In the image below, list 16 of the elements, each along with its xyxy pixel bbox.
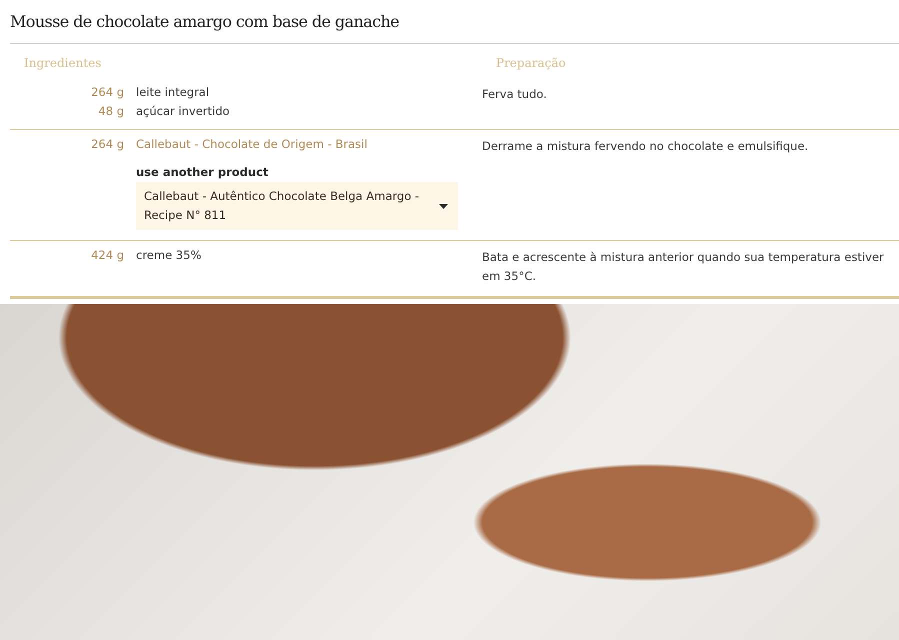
recipe-title: Mousse de chocolate amargo com base de ganache: [10, 0, 899, 44]
ingredient-name: leite integral: [136, 84, 210, 100]
column-heading: Preparação: [495, 56, 567, 70]
column-heading: Ingredientes: [23, 56, 102, 70]
product-select[interactable]: Callebaut - Autêntico Chocolate Belga Amargo - Recipe N° 811: [136, 182, 458, 230]
ingredient-name: açúcar invertido: [136, 103, 231, 119]
caret-icon: [439, 204, 448, 208]
preparation-step: Bata e acrescente à mistura anterior quando sua temperatura estiver em 35°C.: [482, 241, 899, 296]
ingredient-quantity: 48 g: [97, 103, 124, 119]
preparation-step: Ferva tudo.: [482, 78, 899, 129]
preparation-step: Derrame a mistura fervendo no chocolate e emulsifique.: [482, 130, 899, 240]
alternative-label: use another product: [136, 164, 270, 180]
ingredient-quantity: 424 g: [90, 247, 124, 263]
ingredient-quantity: 264 g: [90, 84, 124, 100]
ingredient-quantity: 264 g: [90, 136, 124, 152]
ingredient-name: creme 35%: [136, 247, 202, 263]
